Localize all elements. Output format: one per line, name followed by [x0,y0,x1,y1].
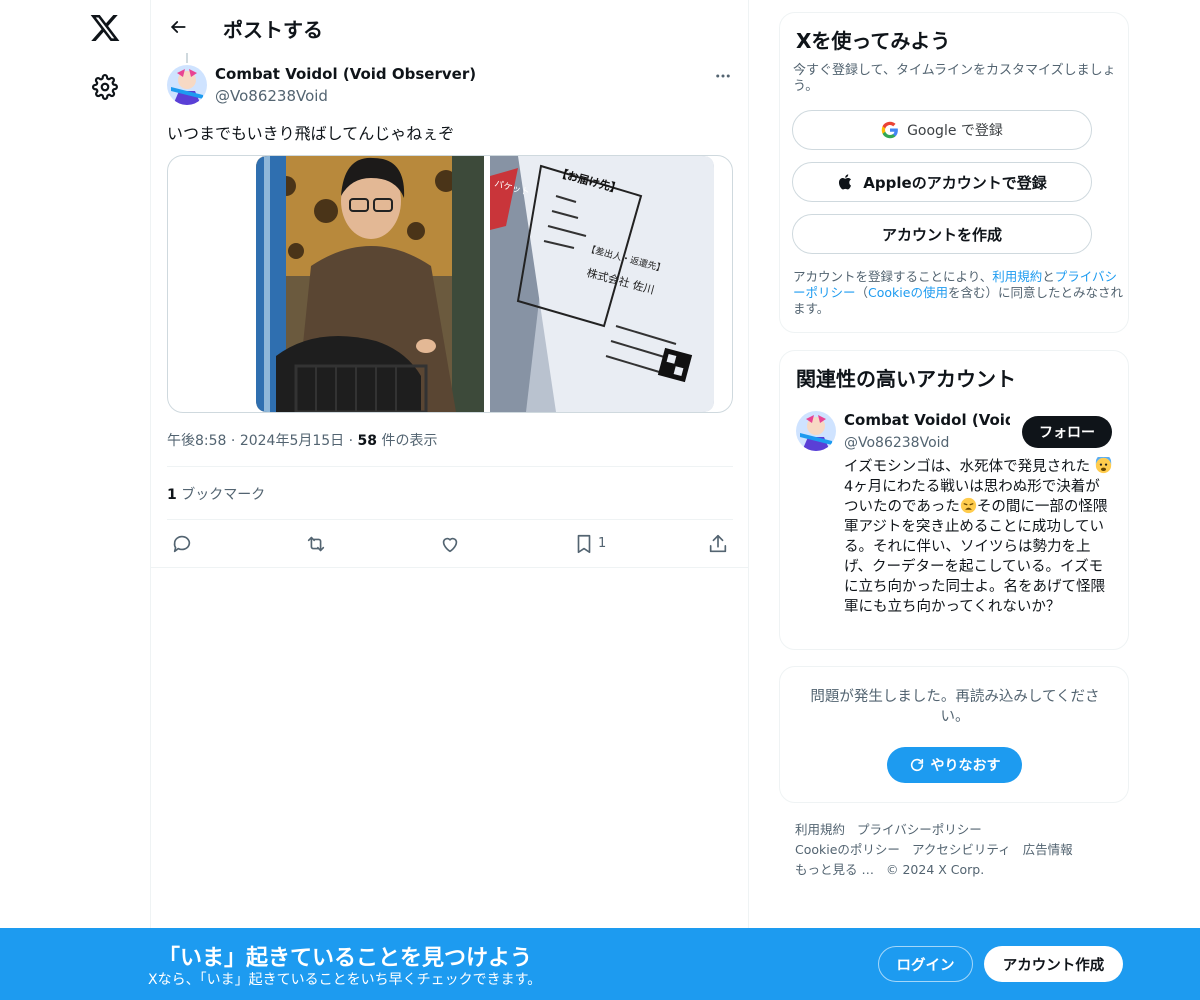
view-label: 件の表示 [377,433,438,449]
bookmark-label: ブックマーク [176,487,266,503]
author-name[interactable]: Combat Voidol (Void Observer) [215,65,476,83]
footer-accessibility-link[interactable]: アクセシビリティ [912,842,1011,857]
divider [167,466,733,467]
footer-terms-link[interactable]: 利用規約 [795,822,845,837]
post-date[interactable]: 2024年5月15日 [240,433,344,449]
main-column: ポストする Combat Voidol (Void Observer) @Vo8… [150,0,749,1000]
signup-button[interactable]: アカウント作成 [984,946,1123,982]
post-meta: 午後8:58 · 2024年5月15日 · 58 件の表示 [167,433,438,449]
page-title: ポストする [223,18,323,42]
bottom-bar-subtitle: Xなら、「いま」起きていることをいち早くチェックできます。 [148,972,542,988]
relevant-accounts-card: 関連性の高いアカウント Combat Voidol (Void Observer… [779,350,1129,650]
gear-icon[interactable] [92,74,118,100]
trends-error-card: 問題が発生しました。再読み込みしてください。 やりなおす [779,666,1129,803]
bookmark-action-count: 1 [598,536,607,551]
terms-text: と [1042,269,1055,284]
post-text: いつまでもいきり飛ばしてんじゃねぇぞ [167,124,455,143]
apple-icon [839,174,852,190]
thread-line [186,53,188,63]
footer-copyright: © 2024 X Corp. [885,862,985,877]
left-nav [0,0,150,1000]
terms-text: アカウントを登録することにより、 [793,269,993,284]
error-message: 問題が発生しました。再読み込みしてください。 [810,689,1100,725]
login-button[interactable]: ログイン [878,946,973,982]
google-signup-button[interactable]: Google で登録 [792,110,1092,150]
signup-title: Xを使ってみよう [796,29,951,53]
weary-face-icon [960,497,977,514]
post-time[interactable]: 午後8:58 [167,433,226,449]
share-icon[interactable] [707,532,731,556]
repost-icon[interactable] [305,532,329,556]
post-media[interactable]: 【お届け先】 【差出人・返還先】 株式会社 佐川 パケット [167,155,733,413]
author-handle[interactable]: @Vo86238Void [215,87,328,105]
x-logo-icon[interactable] [89,12,121,44]
footer-links: 利用規約 プライバシーポリシー Cookieのポリシー アクセシビリティ 広告情報 も… [795,820,1125,880]
retry-label: やりなおす [930,758,1001,774]
reply-icon[interactable] [171,532,195,556]
bio-text: イズモシンゴは、水死体で発見された [844,459,1091,475]
create-account-button[interactable]: アカウントを作成 [792,214,1092,254]
divider [167,519,733,520]
footer-more-link[interactable]: もっと見る … [795,862,874,877]
refresh-icon [910,758,923,772]
relevant-account-handle[interactable]: @Vo86238Void [844,435,949,451]
google-signup-label: Google で登録 [907,123,1003,139]
google-icon [881,121,898,139]
bookmark-stat[interactable]: 1 ブックマーク [167,484,265,504]
avatar[interactable] [796,411,836,451]
signup-card: Xを使ってみよう 今すぐ登録して、タイムラインをカスタマイズしましょう。 Goo… [779,12,1129,333]
cookie-link[interactable]: Cookieの使用 [868,285,948,300]
login-prompt-bar: 「いま」起きていることを見つけよう Xなら、「いま」起きていることをいち早くチェ… [0,928,1200,1000]
fearful-face-icon [1095,454,1112,474]
top-bar: ポストする [151,0,749,53]
terms-notice: アカウントを登録することにより、利用規約とプライバシーポリシー（Cookieの使… [793,269,1123,317]
more-icon[interactable] [711,64,735,88]
bookmark-count: 1 [167,487,177,503]
create-account-label: アカウントを作成 [881,225,1002,244]
relevant-account-name[interactable]: Combat Voidol (Void Observer) [844,411,1010,429]
like-icon[interactable] [439,532,463,556]
post-photo-pair[interactable]: 【お届け先】 【差出人・返還先】 株式会社 佐川 パケット [256,156,716,412]
bio-text: その間に一部の怪隈軍アジトを突き止めることに成功している。それに伴い、ソイツらは… [844,499,1108,615]
apple-signup-label: Appleのアカウントで登録 [863,173,1047,192]
divider [151,567,749,568]
relevant-account-bio: イズモシンゴは、水死体で発見された 4ヶ月にわたる戦いは思わぬ形で決着がついたの… [844,454,1114,617]
arrow-left-icon[interactable] [163,12,193,42]
view-count: 58 [357,433,378,449]
footer-cookie-link[interactable]: Cookieのポリシー [795,842,900,857]
footer-privacy-link[interactable]: プライバシーポリシー [857,822,982,837]
avatar[interactable] [167,65,207,105]
bookmark-icon[interactable] [573,532,597,556]
footer-ads-link[interactable]: 広告情報 [1023,842,1073,857]
signup-subtitle: 今すぐ登録して、タイムラインをカスタマイズしましょう。 [793,63,1116,94]
terms-text: （ [855,285,869,300]
apple-signup-button[interactable]: Appleのアカウントで登録 [792,162,1092,202]
terms-link[interactable]: 利用規約 [992,269,1042,284]
follow-button[interactable]: フォロー [1022,416,1112,448]
relevant-title: 関連性の高いアカウント [796,367,1016,391]
bottom-bar-title: 「いま」起きていることを見つけよう [158,946,533,971]
retry-button[interactable]: やりなおす [887,747,1022,783]
